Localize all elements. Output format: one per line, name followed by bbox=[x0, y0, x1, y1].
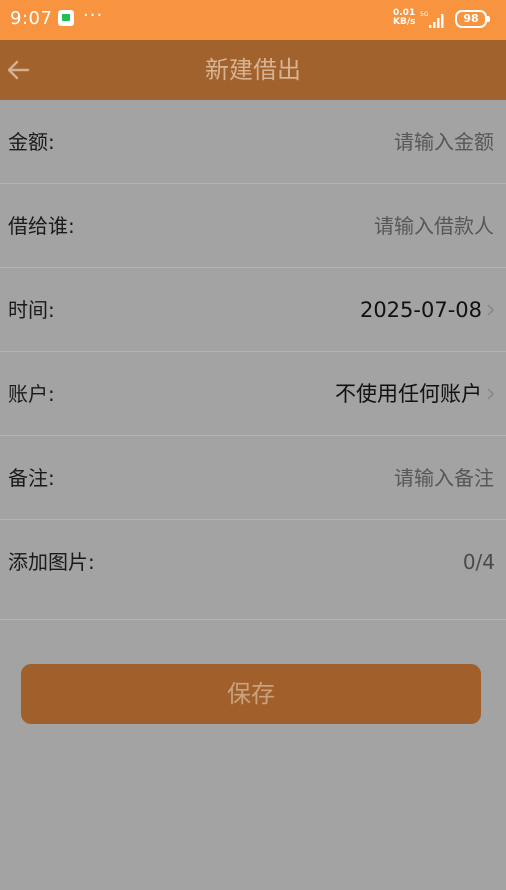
save-button[interactable]: 保存 bbox=[21, 664, 481, 724]
chat-app-icon bbox=[58, 10, 74, 26]
note-label: 备注: bbox=[8, 466, 55, 490]
amount-input[interactable]: 请输入金额 bbox=[394, 100, 494, 184]
status-bar: 9:07 ··· 0.01 KB/s 5G 98 bbox=[0, 0, 506, 40]
time-value[interactable]: 2025-07-08 bbox=[360, 268, 482, 352]
images-row[interactable]: 添加图片: 0/4 bbox=[0, 520, 506, 620]
network-speed-unit: KB/s bbox=[393, 17, 416, 27]
images-count: 0/4 bbox=[462, 550, 495, 574]
note-input[interactable]: 请输入备注 bbox=[394, 436, 494, 520]
svg-text:5G: 5G bbox=[420, 11, 429, 18]
borrower-input[interactable]: 请输入借款人 bbox=[374, 184, 494, 268]
amount-row[interactable]: 金额: 请输入金额 bbox=[0, 100, 506, 184]
page-title: 新建借出 bbox=[205, 56, 301, 84]
status-time: 9:07 bbox=[10, 8, 53, 29]
borrower-row[interactable]: 借给谁: 请输入借款人 bbox=[0, 184, 506, 268]
back-arrow-icon[interactable] bbox=[4, 55, 34, 85]
note-row[interactable]: 备注: 请输入备注 bbox=[0, 436, 506, 520]
time-label: 时间: bbox=[8, 298, 55, 322]
account-value[interactable]: 不使用任何账户 bbox=[335, 352, 482, 436]
loan-form: 金额: 请输入金额 借给谁: 请输入借款人 时间: 2025-07-08 账户:… bbox=[0, 100, 506, 620]
network-speed: 0.01 KB/s bbox=[393, 9, 415, 27]
chevron-right-icon bbox=[487, 304, 495, 316]
nav-bar: 新建借出 bbox=[0, 40, 506, 100]
account-row[interactable]: 账户: 不使用任何账户 bbox=[0, 352, 506, 436]
borrower-label: 借给谁: bbox=[8, 214, 75, 238]
images-label: 添加图片: bbox=[8, 550, 95, 574]
amount-label: 金额: bbox=[8, 130, 55, 154]
battery-icon: 98 bbox=[455, 10, 490, 28]
chevron-right-icon bbox=[487, 388, 495, 400]
account-label: 账户: bbox=[8, 382, 55, 406]
time-row[interactable]: 时间: 2025-07-08 bbox=[0, 268, 506, 352]
more-notifications-icon: ··· bbox=[83, 5, 104, 26]
signal-icon: 5G bbox=[420, 11, 444, 28]
